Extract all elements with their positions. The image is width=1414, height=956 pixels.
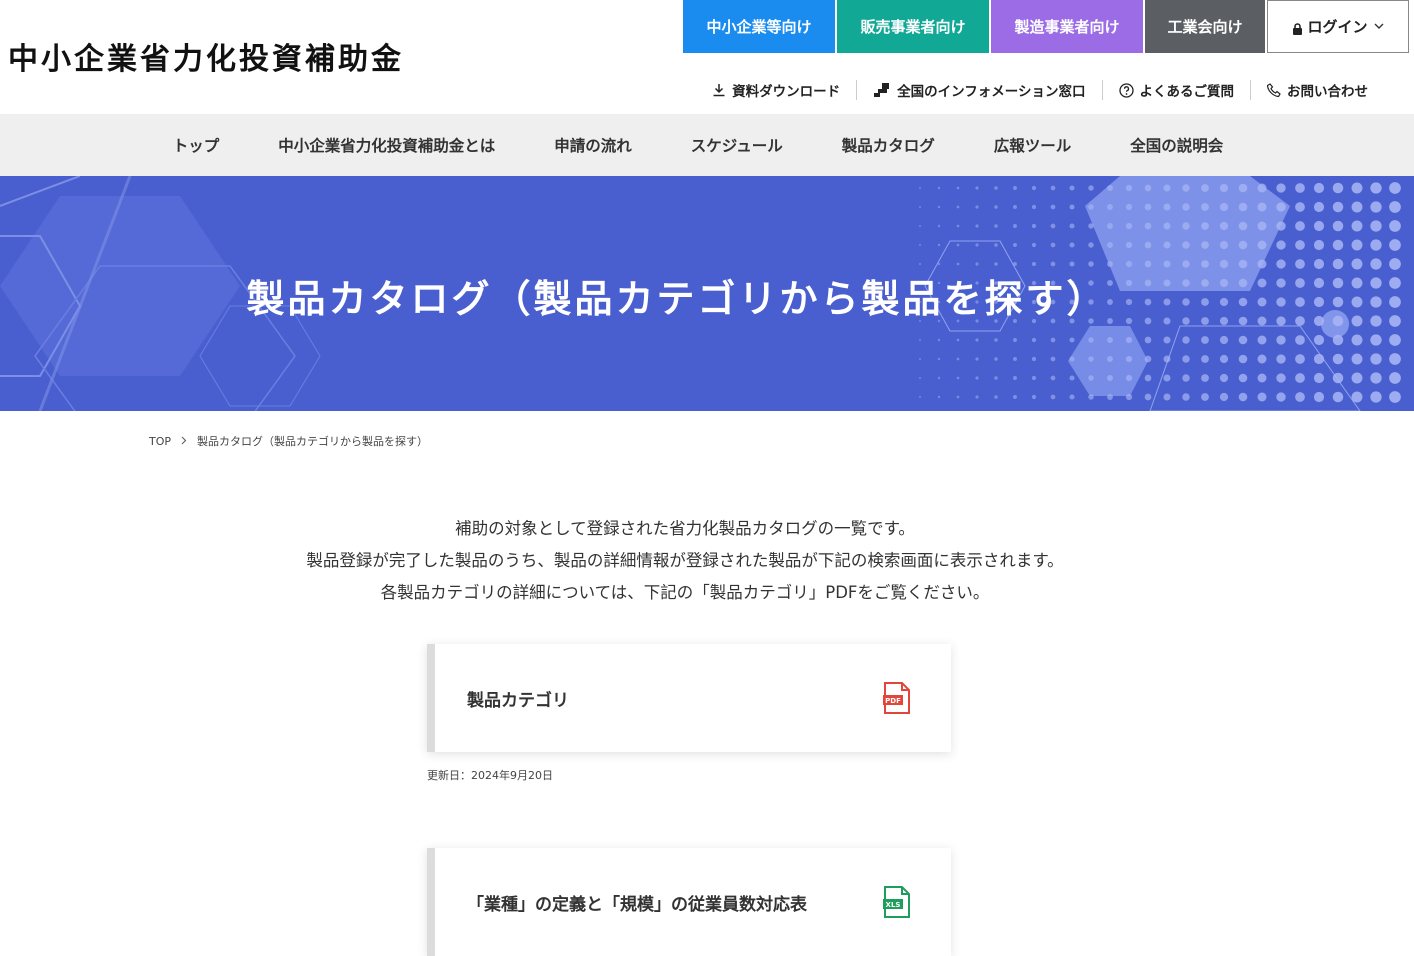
- intro-line: 製品登録が完了した製品のうち、製品の詳細情報が登録された製品が下記の検索画面に表…: [306, 551, 1064, 570]
- breadcrumb-current: 製品カタログ（製品カテゴリから製品を探す）: [197, 435, 429, 448]
- nav-item-application-flow[interactable]: 申請の流れ: [525, 134, 662, 156]
- svg-text:PDF: PDF: [885, 697, 901, 705]
- breadcrumb: TOP 製品カタログ（製品カテゴリから製品を探す）: [149, 433, 428, 449]
- util-link-helpdesk[interactable]: 全国のインフォメーション窓口: [857, 80, 1101, 100]
- util-link-label: 資料ダウンロード: [732, 84, 841, 100]
- tab-industry-association[interactable]: 工業会向け: [1145, 0, 1265, 53]
- nav-item-briefings[interactable]: 全国の説明会: [1101, 134, 1253, 156]
- util-link-label: よくあるご質問: [1139, 84, 1235, 100]
- lock-icon: [1292, 21, 1303, 35]
- helpdesk-icon: [873, 82, 891, 98]
- tab-sme[interactable]: 中小企業等向け: [683, 0, 835, 53]
- pdf-file-icon: PDF: [883, 682, 911, 718]
- util-link-label: 全国のインフォメーション窓口: [897, 84, 1086, 100]
- site-header: 中小企業省力化投資補助金 中小企業等向け 販売事業者向け 製造事業者向け 工業会…: [0, 0, 1414, 114]
- tab-sales-vendor[interactable]: 販売事業者向け: [837, 0, 989, 53]
- question-icon: [1118, 82, 1134, 98]
- download-card-product-category[interactable]: 製品カテゴリ PDF: [427, 644, 951, 752]
- nav-item-top[interactable]: トップ: [143, 134, 249, 156]
- util-link-contact[interactable]: お問い合わせ: [1251, 80, 1384, 100]
- svg-text:XLS: XLS: [886, 901, 901, 909]
- page-title: 製品カタログ（製品カテゴリから製品を探す）: [246, 277, 1108, 321]
- chevron-down-icon: [1374, 20, 1384, 33]
- util-link-label: お問い合わせ: [1287, 84, 1368, 100]
- util-link-download[interactable]: 資料ダウンロード: [696, 80, 856, 100]
- chevron-right-icon: [181, 435, 187, 448]
- utility-nav: 資料ダウンロード 全国のインフォメーション窓口 よくあるご質問 お問い合わせ: [696, 80, 1384, 100]
- login-button[interactable]: ログイン: [1267, 0, 1409, 53]
- intro-line: 補助の対象として登録された省力化製品カタログの一覧です。: [455, 519, 915, 538]
- updated-date: 更新日：2024年9月20日: [427, 769, 553, 782]
- audience-tabs: 中小企業等向け 販売事業者向け 製造事業者向け 工業会向け: [683, 0, 1267, 53]
- page-hero: 製品カタログ（製品カテゴリから製品を探す）: [0, 176, 1414, 411]
- phone-icon: [1267, 83, 1281, 97]
- card-title: 製品カテゴリ: [467, 691, 569, 711]
- card-title: 「業種」の定義と「規模」の従業員数対応表: [467, 895, 807, 915]
- nav-item-schedule[interactable]: スケジュール: [661, 134, 812, 156]
- nav-item-pr-tools[interactable]: 広報ツール: [964, 134, 1101, 156]
- breadcrumb-home[interactable]: TOP: [149, 435, 171, 448]
- nav-item-about[interactable]: 中小企業省力化投資補助金とは: [249, 134, 525, 156]
- site-logo[interactable]: 中小企業省力化投資補助金: [8, 34, 404, 78]
- download-icon: [712, 83, 726, 97]
- xls-file-icon: XLS: [883, 886, 911, 922]
- intro-text: 補助の対象として登録された省力化製品カタログの一覧です。 製品登録が完了した製品…: [0, 513, 1370, 609]
- intro-line: 各製品カテゴリの詳細については、下記の「製品カテゴリ」PDFをご覧ください。: [380, 583, 990, 602]
- nav-item-product-catalog[interactable]: 製品カタログ: [812, 134, 964, 156]
- tab-manufacturer[interactable]: 製造事業者向け: [991, 0, 1143, 53]
- util-link-faq[interactable]: よくあるご質問: [1103, 80, 1251, 100]
- login-label: ログイン: [1307, 18, 1368, 36]
- download-card-industry-definition[interactable]: 「業種」の定義と「規模」の従業員数対応表 XLS: [427, 848, 951, 956]
- global-nav: トップ 中小企業省力化投資補助金とは 申請の流れ スケジュール 製品カタログ 広…: [0, 114, 1414, 176]
